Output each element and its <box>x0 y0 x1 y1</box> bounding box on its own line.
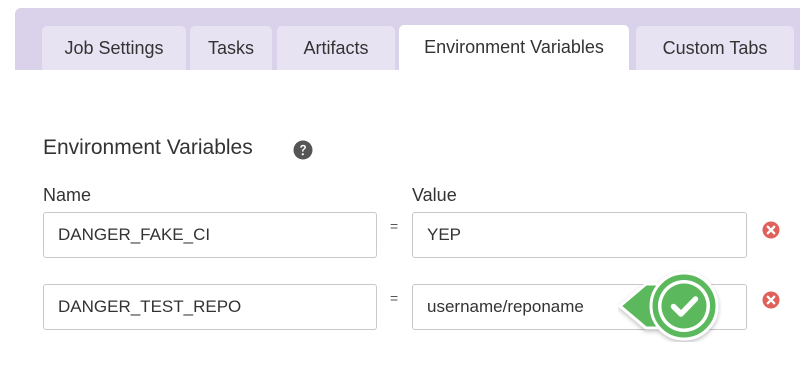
remove-circle-icon[interactable] <box>762 291 780 309</box>
variable-name-field[interactable]: DANGER_TEST_REPO <box>43 284 377 330</box>
value-column-label: Value <box>412 185 457 205</box>
tab-artifacts[interactable]: Artifacts <box>277 26 395 70</box>
section-title: Environment Variables <box>43 136 253 159</box>
equals-sign: = <box>390 218 399 234</box>
variable-name-field[interactable]: DANGER_FAKE_CI <box>43 212 377 258</box>
tab-bar: Job Settings Tasks Artifacts Environment… <box>15 8 800 73</box>
checkmark-badge-icon <box>618 271 719 341</box>
tab-job-settings[interactable]: Job Settings <box>42 26 186 70</box>
tab-custom-tabs[interactable]: Custom Tabs <box>636 26 794 70</box>
name-column-label: Name <box>43 185 92 205</box>
help-icon[interactable] <box>293 140 313 160</box>
tab-environment-variables[interactable]: Environment Variables <box>399 25 629 73</box>
tab-tasks[interactable]: Tasks <box>190 26 272 70</box>
job-config-page: Job Settings Tasks Artifacts Environment… <box>0 0 800 367</box>
variable-value-field[interactable]: YEP <box>412 212 747 258</box>
remove-circle-icon[interactable] <box>762 221 780 239</box>
equals-sign: = <box>390 290 399 306</box>
